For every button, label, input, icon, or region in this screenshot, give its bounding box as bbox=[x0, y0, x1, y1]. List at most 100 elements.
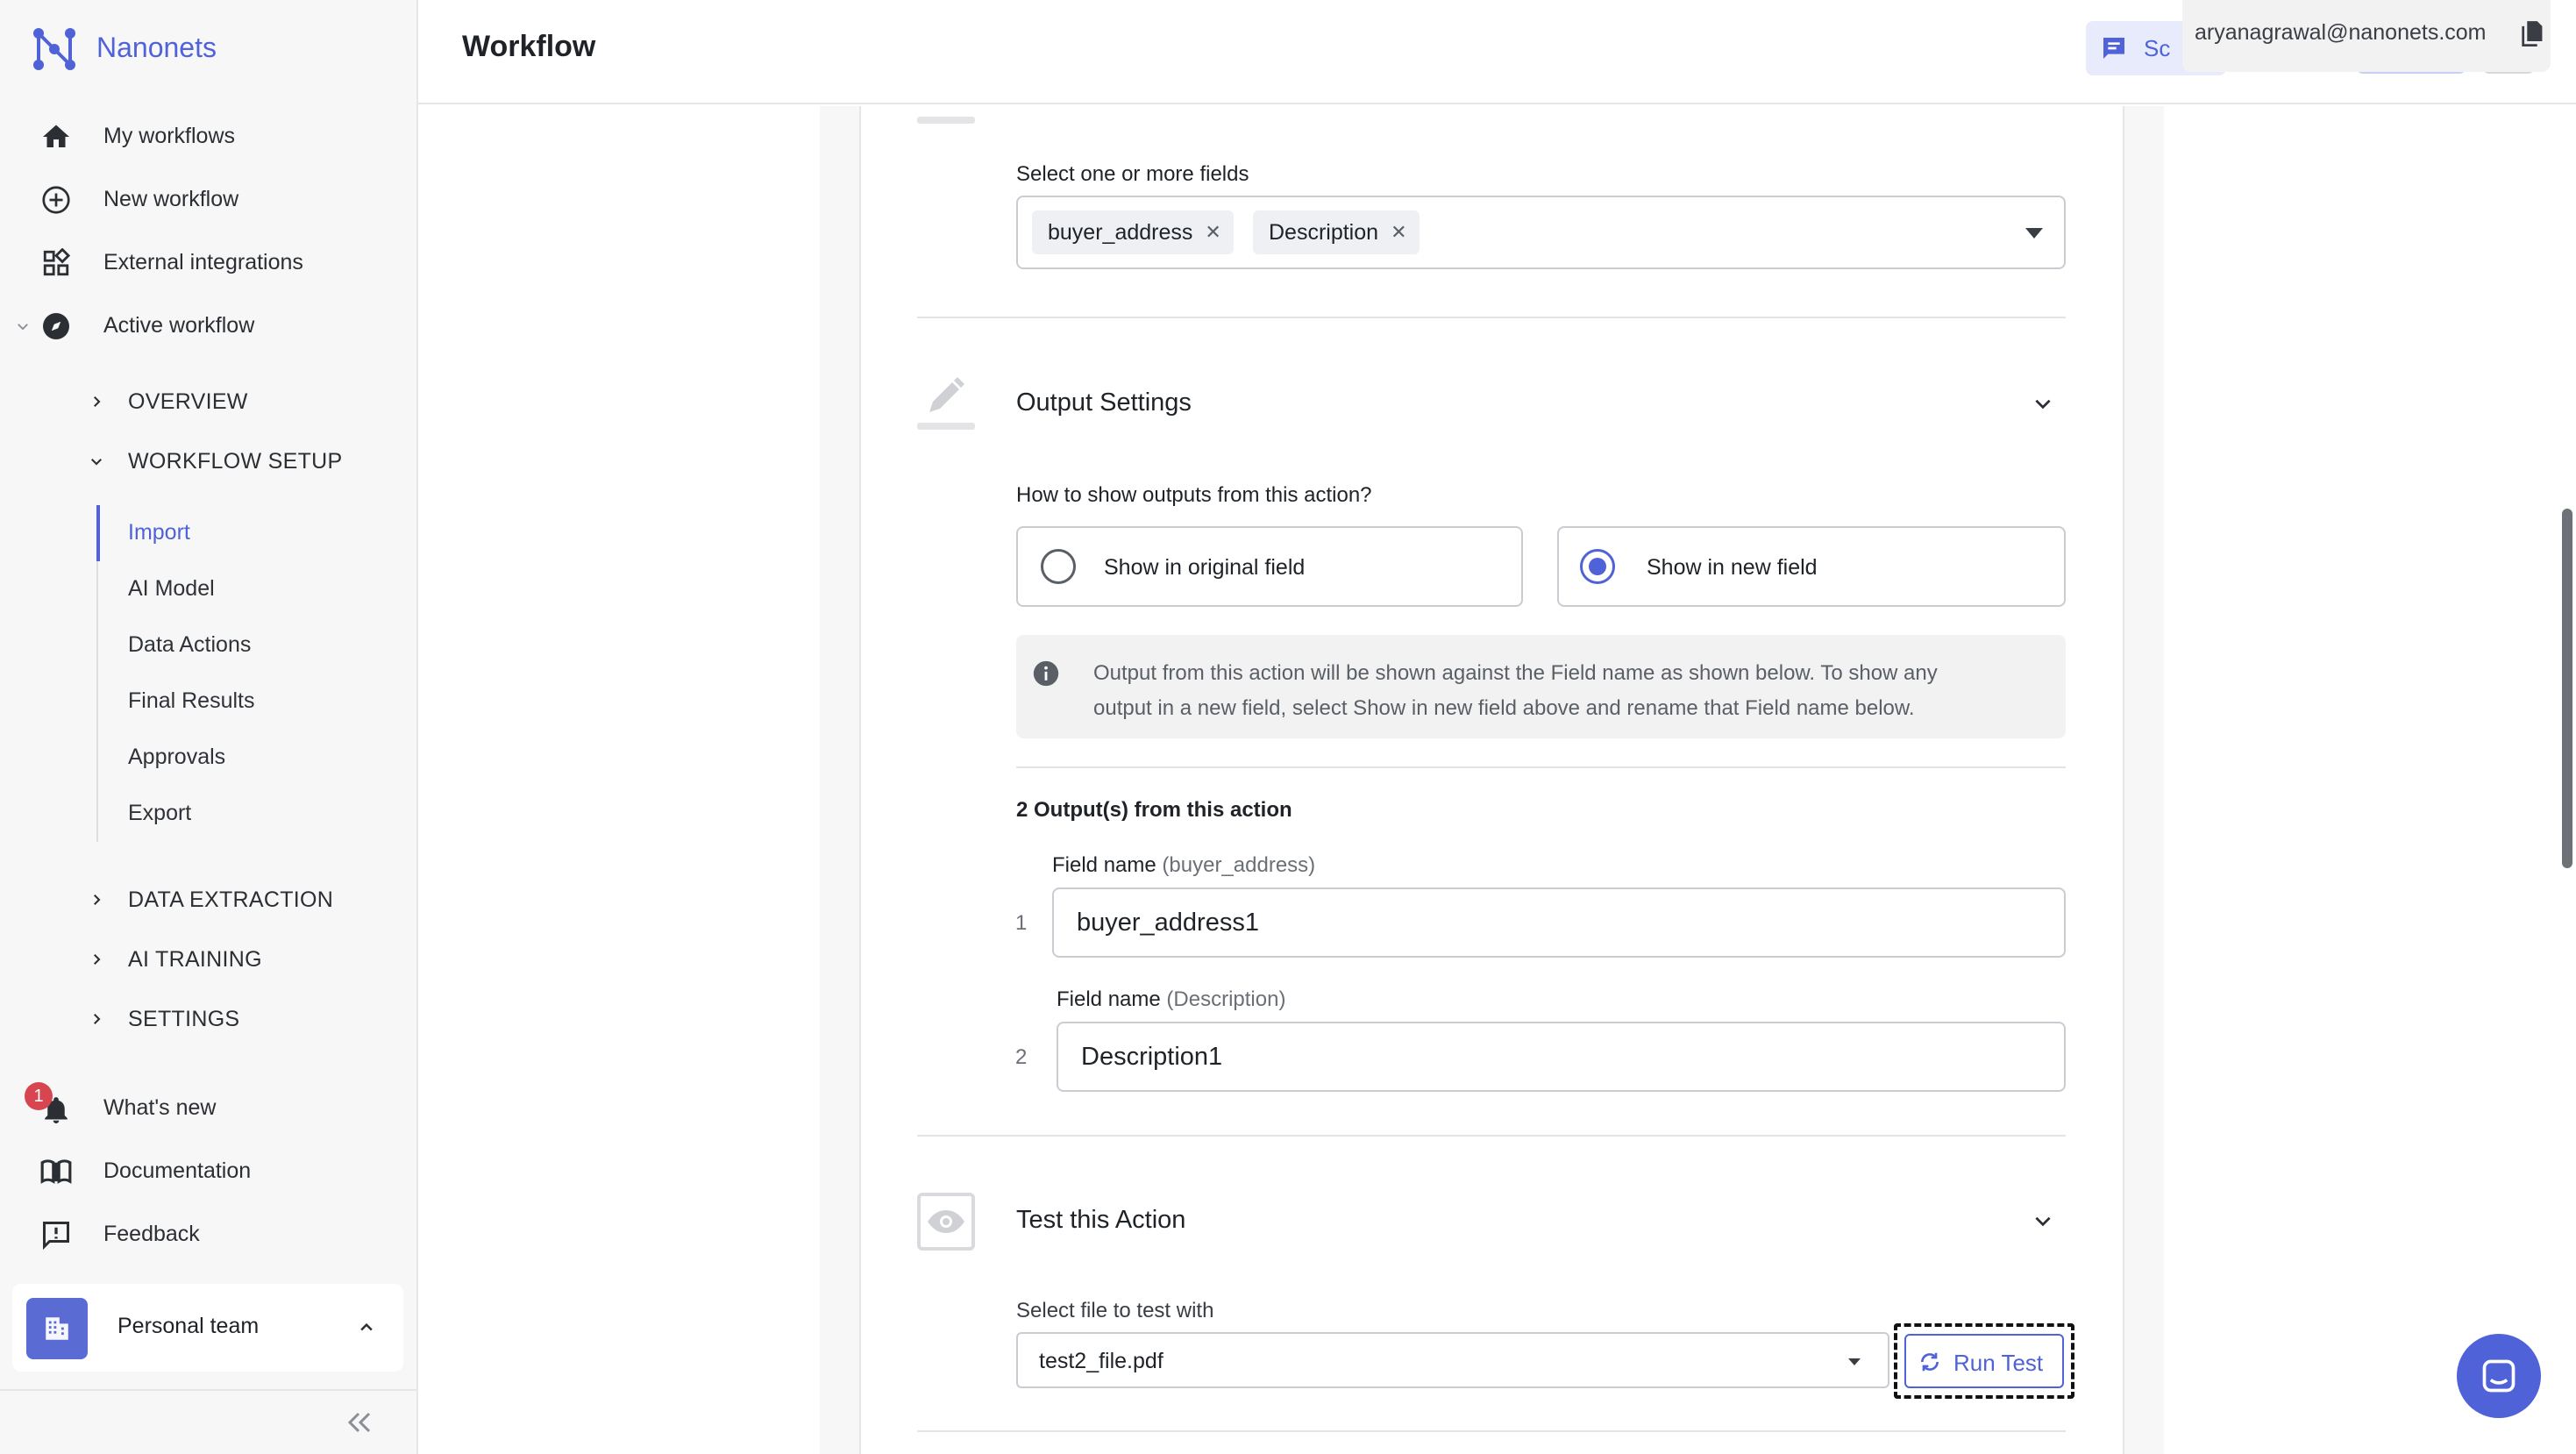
chevron-right-icon bbox=[84, 1005, 109, 1033]
radio-button[interactable] bbox=[1041, 549, 1076, 584]
output-question: How to show outputs from this action? bbox=[1016, 483, 1372, 507]
chevron-down-icon[interactable] bbox=[2025, 1203, 2060, 1238]
close-icon[interactable]: ✕ bbox=[1205, 221, 1220, 244]
nav-documentation[interactable]: Documentation bbox=[35, 1151, 403, 1193]
section-settings-label: SETTINGS bbox=[128, 1007, 240, 1031]
output-field-value: Description1 bbox=[1081, 1043, 1223, 1071]
chevron-right-icon bbox=[84, 388, 109, 416]
output-field-label: Field name (buyer_address) bbox=[1052, 853, 1315, 878]
nav-new-workflow[interactable]: New workflow bbox=[35, 179, 403, 221]
setup-item-ai-model[interactable]: AI Model bbox=[128, 576, 215, 602]
nav-my-workflows-label: My workflows bbox=[103, 124, 236, 148]
section-divider bbox=[917, 317, 2066, 318]
output-field-input[interactable]: buyer_address1 bbox=[1052, 887, 2066, 958]
field-name-label: Field name bbox=[1052, 853, 1156, 877]
field-name-hint: (buyer_address) bbox=[1162, 853, 1316, 877]
output-index: 2 bbox=[1015, 1045, 1028, 1069]
nav-active-workflow-label: Active workflow bbox=[103, 313, 255, 338]
test-file-select[interactable]: test2_file.pdf bbox=[1016, 1332, 1889, 1388]
collapse-sidebar-icon[interactable] bbox=[338, 1403, 381, 1442]
run-test-label: Run Test bbox=[1953, 1350, 2044, 1376]
chevron-down-icon bbox=[84, 447, 109, 475]
field-multiselect[interactable]: buyer_address ✕ Description ✕ bbox=[1016, 196, 2066, 269]
setup-item-final-results[interactable]: Final Results bbox=[128, 688, 255, 714]
home-icon bbox=[35, 116, 77, 158]
field-chip[interactable]: buyer_address ✕ bbox=[1032, 210, 1234, 254]
test-file-label: Select file to test with bbox=[1016, 1299, 1214, 1322]
chat-icon bbox=[2098, 32, 2130, 64]
page-title: Workflow bbox=[462, 30, 596, 63]
dropdown-caret-icon[interactable] bbox=[2021, 220, 2047, 246]
radio-label: Show in new field bbox=[1647, 555, 1818, 580]
chevron-right-icon bbox=[84, 886, 109, 914]
field-chip[interactable]: Description ✕ bbox=[1253, 210, 1420, 254]
radio-option-original-field[interactable]: Show in original field bbox=[1016, 526, 1523, 607]
section-overview-label: OVERVIEW bbox=[128, 389, 248, 414]
info-line: output in a new field, select Show in ne… bbox=[1093, 696, 1915, 720]
setup-item-data-actions[interactable]: Data Actions bbox=[128, 632, 251, 658]
team-name: Personal team bbox=[117, 1314, 260, 1338]
plus-circle-icon bbox=[35, 179, 77, 221]
nav-feedback-label: Feedback bbox=[103, 1222, 200, 1246]
radio-button-selected[interactable] bbox=[1580, 549, 1615, 584]
dropdown-caret-icon[interactable] bbox=[1842, 1350, 1867, 1374]
outputs-count-label: 2 Output(s) from this action bbox=[1016, 798, 1292, 822]
section-workflow-setup-label: WORKFLOW SETUP bbox=[128, 449, 343, 474]
apply-field-icon bbox=[917, 106, 975, 125]
output-index: 1 bbox=[1015, 911, 1028, 935]
info-text: Output from this action will be shown ag… bbox=[1093, 656, 1938, 726]
info-line: Output from this action will be shown ag… bbox=[1093, 661, 1938, 685]
user-email: aryanagrawal@nanonets.com bbox=[2195, 20, 2487, 45]
field-chip-label: Description bbox=[1269, 219, 1379, 245]
setup-item-import[interactable]: Import bbox=[128, 520, 190, 545]
setup-item-approvals[interactable]: Approvals bbox=[128, 745, 225, 770]
nav-feedback[interactable]: Feedback bbox=[35, 1214, 403, 1256]
field-name-label: Field name bbox=[1057, 987, 1161, 1011]
nav-active-workflow[interactable]: Active workflow bbox=[12, 305, 403, 347]
team-switcher[interactable]: Personal team bbox=[12, 1284, 403, 1372]
copy-icon[interactable] bbox=[2517, 18, 2547, 51]
test-file-value: test2_file.pdf bbox=[1039, 1349, 1163, 1373]
user-email-popover: aryanagrawal@nanonets.com bbox=[2182, 0, 2551, 72]
pencil-icon bbox=[917, 370, 975, 431]
radio-label: Show in original field bbox=[1104, 555, 1306, 580]
main-content bbox=[420, 106, 2576, 1454]
chat-launcher-button[interactable] bbox=[2457, 1334, 2541, 1418]
nav-whats-new[interactable]: 1 What's new bbox=[23, 1082, 400, 1131]
apply-field-select-label: Select one or more fields bbox=[1016, 162, 1249, 186]
run-test-button[interactable]: Run Test bbox=[1904, 1334, 2064, 1388]
section-ai-training-label: AI TRAINING bbox=[128, 947, 262, 972]
team-building-icon bbox=[26, 1298, 88, 1359]
output-field-input[interactable]: Description1 bbox=[1057, 1022, 2066, 1092]
field-chip-label: buyer_address bbox=[1048, 219, 1193, 245]
nav-new-workflow-label: New workflow bbox=[103, 187, 239, 211]
setup-item-export[interactable]: Export bbox=[128, 801, 191, 826]
brand-name[interactable]: Nanonets bbox=[96, 32, 217, 64]
chevron-up-icon bbox=[349, 1310, 384, 1345]
nav-external-integrations-label: External integrations bbox=[103, 250, 303, 274]
left-gutter bbox=[820, 106, 861, 1454]
section-data-extraction-label: DATA EXTRACTION bbox=[128, 887, 334, 912]
nav-external-integrations[interactable]: External integrations bbox=[35, 242, 403, 284]
output-settings-title: Output Settings bbox=[1016, 388, 1192, 417]
section-ai-training[interactable]: AI TRAINING bbox=[84, 942, 400, 977]
sidebar-footer-divider bbox=[0, 1389, 418, 1391]
section-data-extraction[interactable]: DATA EXTRACTION bbox=[84, 882, 400, 917]
info-icon bbox=[1030, 658, 1062, 689]
chevron-down-icon bbox=[12, 312, 33, 340]
chevron-down-icon[interactable] bbox=[2025, 386, 2060, 421]
section-workflow-setup[interactable]: WORKFLOW SETUP bbox=[84, 444, 400, 479]
schedule-button-label: Sc bbox=[2144, 35, 2171, 61]
nav-my-workflows[interactable]: My workflows bbox=[35, 116, 403, 158]
outputs-divider bbox=[1016, 766, 2066, 768]
radio-option-new-field[interactable]: Show in new field bbox=[1557, 526, 2066, 607]
close-icon[interactable]: ✕ bbox=[1391, 221, 1406, 244]
chevron-right-icon bbox=[84, 945, 109, 973]
top-header: Workflow Sc aryanagrawal@nanonets.com bbox=[418, 0, 2576, 104]
scrollbar-thumb[interactable] bbox=[2562, 509, 2572, 868]
section-overview[interactable]: OVERVIEW bbox=[84, 384, 400, 419]
refresh-icon bbox=[1917, 1349, 1943, 1375]
section-settings[interactable]: SETTINGS bbox=[84, 1001, 400, 1037]
notification-badge: 1 bbox=[25, 1082, 53, 1110]
right-gutter bbox=[2123, 106, 2164, 1454]
